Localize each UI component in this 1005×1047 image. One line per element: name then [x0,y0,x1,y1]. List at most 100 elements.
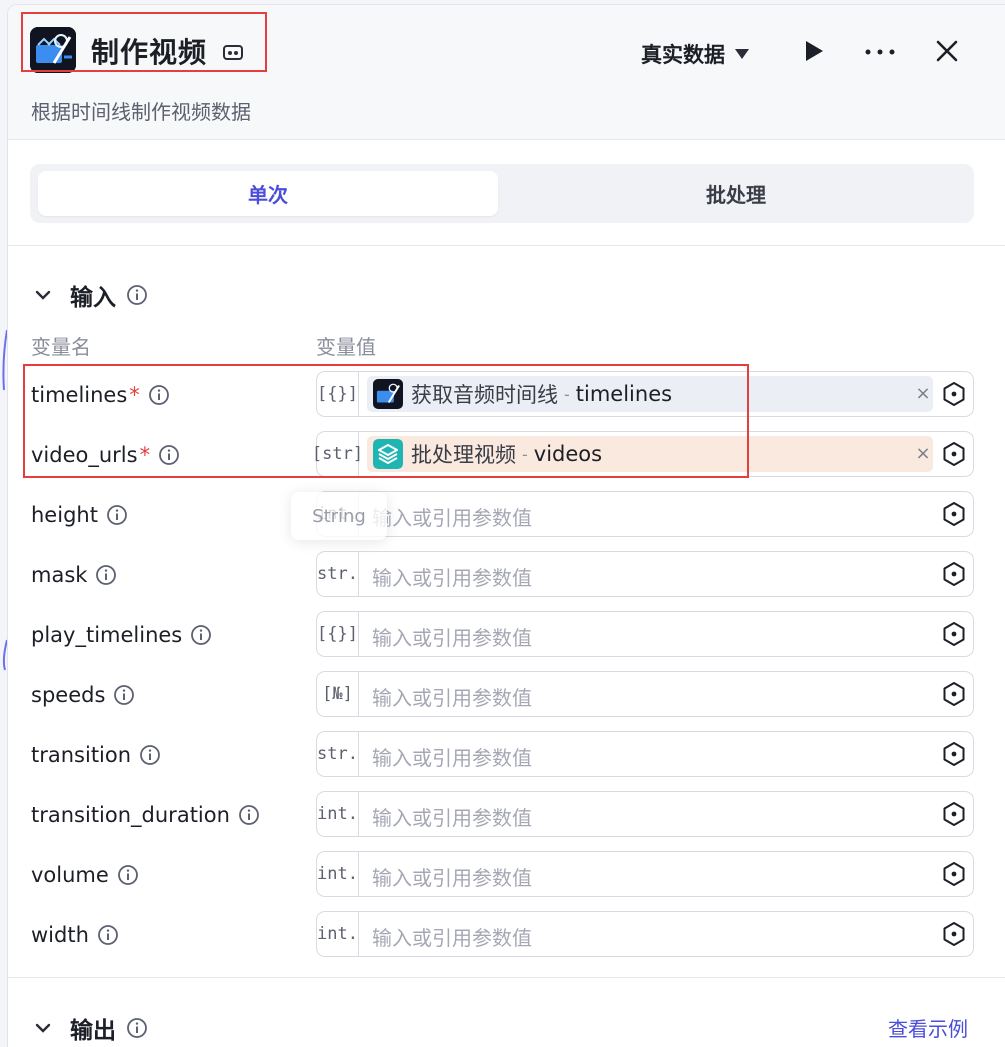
variable-ref-icon[interactable] [941,801,967,827]
run-mode-tabs: 单次 批处理 [30,164,974,223]
param-name: transition [31,743,161,767]
variable-ref-icon[interactable] [941,501,967,527]
param-name: height [31,503,128,527]
value-placeholder: 输入或引用参数值 [372,926,532,950]
info-icon[interactable] [126,1017,148,1039]
reference-field-name: videos [533,442,603,466]
reference-field-name: timelines [575,382,673,406]
variable-ref-icon[interactable] [941,621,967,647]
variable-ref-icon[interactable] [941,381,967,407]
play-icon[interactable] [801,38,827,64]
info-icon[interactable] [238,804,260,826]
variable-ref-icon[interactable] [941,561,967,587]
info-icon[interactable] [126,284,148,306]
output-section-title: 输出 [70,1018,116,1044]
info-icon[interactable] [97,924,119,946]
param-name-text: speeds [31,683,106,707]
input-section-title: 输入 [70,285,116,311]
param-value-field[interactable]: [{}] 获取音频时间线 - timelines × [316,371,974,417]
param-row-width: width int. 输入或引用参数值 [8,911,1005,961]
param-name: volume [31,863,139,887]
param-name: video_urls * [31,443,180,467]
param-name-text: play_timelines [31,623,183,647]
info-icon[interactable] [106,504,128,526]
close-icon[interactable] [933,37,961,65]
param-row-play-timelines: play_timelines [{}] 输入或引用参数值 [8,611,1005,661]
variable-ref-icon[interactable] [941,741,967,767]
reference-node-name: 批处理视频 [411,443,516,467]
column-header-name: 变量名 [31,335,91,359]
divider [8,245,1005,246]
param-value-field[interactable]: int. 输入或引用参数值 [316,491,974,537]
input-section-header[interactable]: 输入 [32,278,148,312]
type-badge: int. [317,852,359,896]
info-icon[interactable] [190,624,212,646]
type-badge: str. [317,552,359,596]
value-placeholder: 输入或引用参数值 [372,566,532,590]
info-icon[interactable] [95,564,117,586]
param-value-field[interactable]: [№] 输入或引用参数值 [316,671,974,717]
column-header-value: 变量值 [316,335,376,359]
param-row-mask: mask str. 输入或引用参数值 [8,551,1005,601]
info-icon[interactable] [117,864,139,886]
param-name-text: timelines [31,383,128,407]
chevron-down-icon[interactable] [32,1017,54,1039]
node-config-panel: 制作视频 根据时间线制作视频数据 真实数据 单次 批处理 输入 变量名 变量值 … [7,4,1005,1047]
param-value-field[interactable]: str. 输入或引用参数值 [316,551,974,597]
chevron-down-icon[interactable] [32,284,54,306]
value-placeholder: 输入或引用参数值 [372,506,532,530]
more-icon[interactable] [862,39,898,65]
divider [8,977,1005,978]
required-mark: * [139,443,151,467]
param-value-field[interactable]: str. 输入或引用参数值 [316,731,974,777]
param-name-text: height [31,503,98,527]
reference-separator: - [564,384,570,404]
reference-separator: - [522,444,528,464]
param-value-field[interactable]: [{}] 输入或引用参数值 [316,611,974,657]
param-row-speeds: speeds [№] 输入或引用参数值 [8,671,1005,721]
view-example-link[interactable]: 查看示例 [888,1013,968,1042]
param-name: play_timelines [31,623,212,647]
highlight-box-title [21,12,267,72]
type-badge: int. [317,792,359,836]
param-row-timelines: timelines * [{}] 获取音频时间线 - timelines × [8,371,1005,421]
param-value-field[interactable]: int. 输入或引用参数值 [316,911,974,957]
info-icon[interactable] [158,444,180,466]
param-name-text: mask [31,563,88,587]
param-name: transition_duration [31,803,260,827]
variable-ref-icon[interactable] [941,921,967,947]
info-icon[interactable] [113,684,135,706]
param-value-field[interactable]: int. 输入或引用参数值 [316,851,974,897]
value-placeholder: 输入或引用参数值 [372,626,532,650]
clear-reference-icon[interactable]: × [913,444,933,464]
param-name-text: width [31,923,89,947]
data-mode-select[interactable]: 真实数据 [641,39,749,69]
tab-batch[interactable]: 批处理 [506,171,966,216]
param-name: width [31,923,119,947]
tab-single[interactable]: 单次 [38,171,498,216]
info-icon[interactable] [148,384,170,406]
param-value-field[interactable]: int. 输入或引用参数值 [316,791,974,837]
variable-ref-icon[interactable] [941,441,967,467]
reference-node-name: 获取音频时间线 [411,383,558,407]
type-badge: [{}] [317,612,359,656]
required-mark: * [129,383,140,407]
info-icon[interactable] [139,744,161,766]
clear-reference-icon[interactable]: × [913,384,933,404]
variable-ref-icon[interactable] [941,861,967,887]
param-name: mask [31,563,117,587]
param-row-transition: transition str. 输入或引用参数值 [8,731,1005,781]
param-name-text: volume [31,863,109,887]
variable-ref-icon[interactable] [941,681,967,707]
param-value-field[interactable]: [str] 批处理视频 - videos × [312,431,974,477]
output-section-header[interactable]: 输出 [32,1011,148,1045]
type-badge: str. [317,732,359,776]
value-placeholder: 输入或引用参数值 [372,686,532,710]
type-badge: int. [317,912,359,956]
type-badge: [{}] [317,372,359,416]
value-placeholder: 输入或引用参数值 [372,866,532,890]
reference-chip[interactable]: 获取音频时间线 - timelines [367,376,933,412]
param-name-text: transition [31,743,132,767]
param-name: speeds [31,683,135,707]
reference-chip[interactable]: 批处理视频 - videos [367,436,933,472]
